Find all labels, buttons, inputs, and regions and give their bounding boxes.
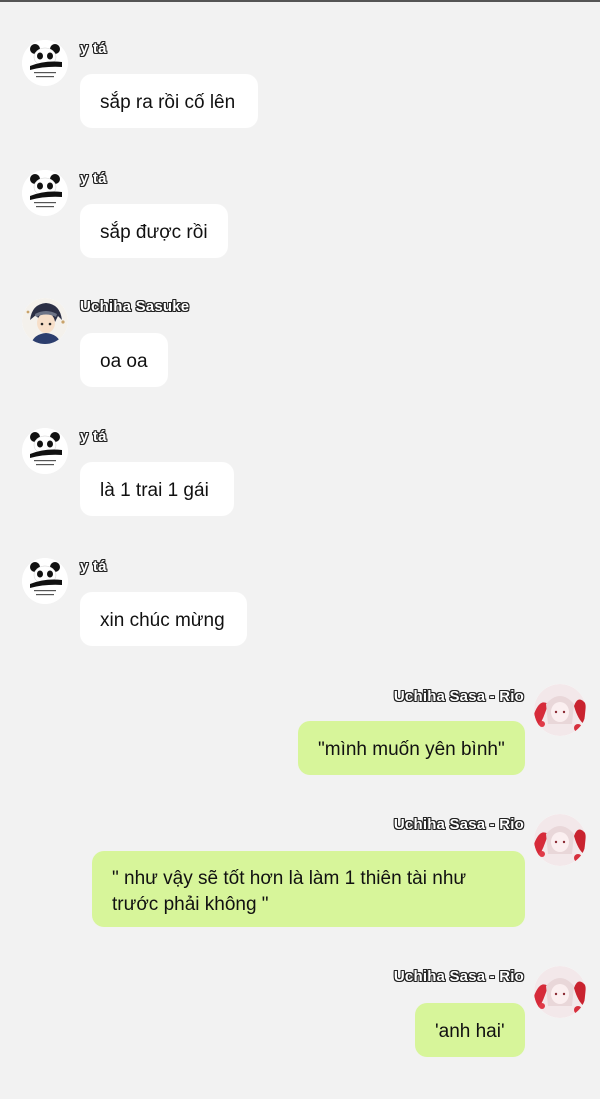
- message-bubble[interactable]: là 1 trai 1 gái: [80, 462, 234, 516]
- sasa-avatar[interactable]: [534, 684, 586, 736]
- sender-name: Uchiha Sasa - Rio: [393, 688, 524, 705]
- sasa-avatar[interactable]: [534, 966, 586, 1018]
- sender-name: y tá: [80, 170, 107, 187]
- sender-name: Uchiha Sasa - Rio: [393, 816, 524, 833]
- message-bubble[interactable]: 'anh hai': [415, 1003, 525, 1057]
- panda-meme-icon: [22, 170, 68, 216]
- chat-thread[interactable]: y tá sắp ra rồi cố lên y tá sắp được rồi: [0, 0, 600, 1099]
- message-bubble[interactable]: oa oa: [80, 333, 168, 387]
- sender-name: y tá: [80, 558, 107, 575]
- anime-girl-icon: [534, 966, 586, 1018]
- message-bubble[interactable]: sắp ra rồi cố lên: [80, 74, 258, 128]
- sender-name: Uchiha Sasuke: [80, 298, 190, 315]
- panda-meme-icon: [22, 40, 68, 86]
- message-bubble[interactable]: xin chúc mừng: [80, 592, 247, 646]
- message-bubble[interactable]: " như vậy sẽ tốt hơn là làm 1 thiên tài …: [92, 851, 525, 927]
- panda-avatar[interactable]: [22, 170, 68, 216]
- sender-name: y tá: [80, 40, 107, 57]
- panda-meme-icon: [22, 558, 68, 604]
- anime-girl-icon: [534, 814, 586, 866]
- message-bubble[interactable]: "mình muốn yên bình": [298, 721, 525, 775]
- panda-meme-icon: [22, 428, 68, 474]
- sender-name: Uchiha Sasa - Rio: [393, 968, 524, 985]
- sasa-avatar[interactable]: [534, 814, 586, 866]
- panda-avatar[interactable]: [22, 558, 68, 604]
- panda-avatar[interactable]: [22, 428, 68, 474]
- sasuke-avatar[interactable]: [22, 298, 68, 344]
- anime-girl-icon: [534, 684, 586, 736]
- panda-avatar[interactable]: [22, 40, 68, 86]
- message-bubble[interactable]: sắp được rồi: [80, 204, 228, 258]
- anime-character-icon: [22, 298, 68, 344]
- sender-name: y tá: [80, 428, 107, 445]
